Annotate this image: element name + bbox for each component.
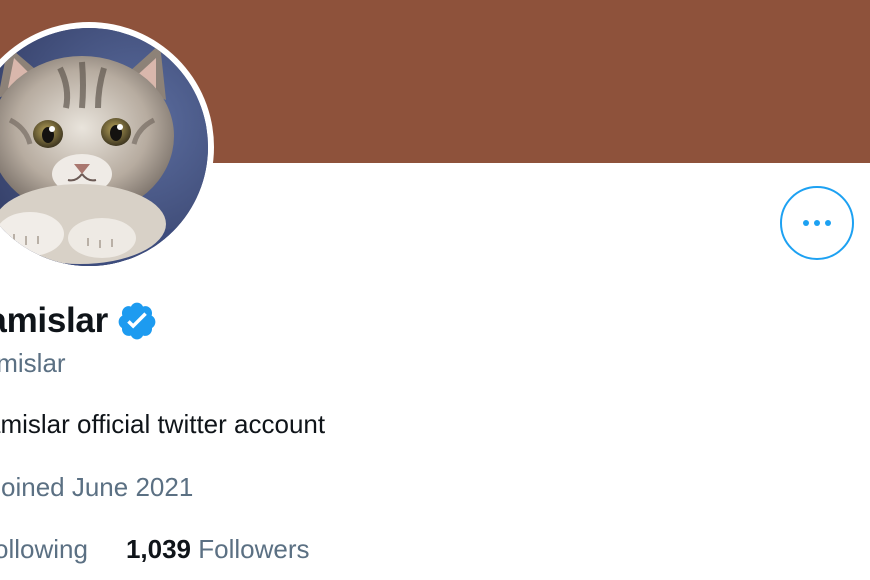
- followers-count: 1,039: [125, 534, 192, 564]
- display-name: lamislar: [0, 301, 108, 340]
- joined-date: Joined June 2021: [0, 472, 194, 502]
- more-options-button[interactable]: [780, 186, 854, 260]
- kitten-avatar-image: [0, 28, 208, 266]
- avatar[interactable]: [0, 28, 208, 266]
- following-link[interactable]: ollowing: [0, 534, 88, 565]
- verified-badge-icon[interactable]: [116, 300, 158, 342]
- profile-page: lamislar lamislar amislar official twitt…: [0, 0, 870, 580]
- profile-handle: lamislar: [0, 348, 66, 378]
- more-horizontal-icon: [803, 220, 831, 226]
- followers-label: Followers: [198, 534, 310, 564]
- following-label: ollowing: [0, 534, 88, 564]
- display-name-row: lamislar: [0, 296, 158, 346]
- followers-link[interactable]: 1,039 Followers: [126, 534, 310, 565]
- profile-stats: ollowing 1,039 Followers: [0, 534, 310, 565]
- profile-bio: amislar official twitter account: [0, 409, 326, 439]
